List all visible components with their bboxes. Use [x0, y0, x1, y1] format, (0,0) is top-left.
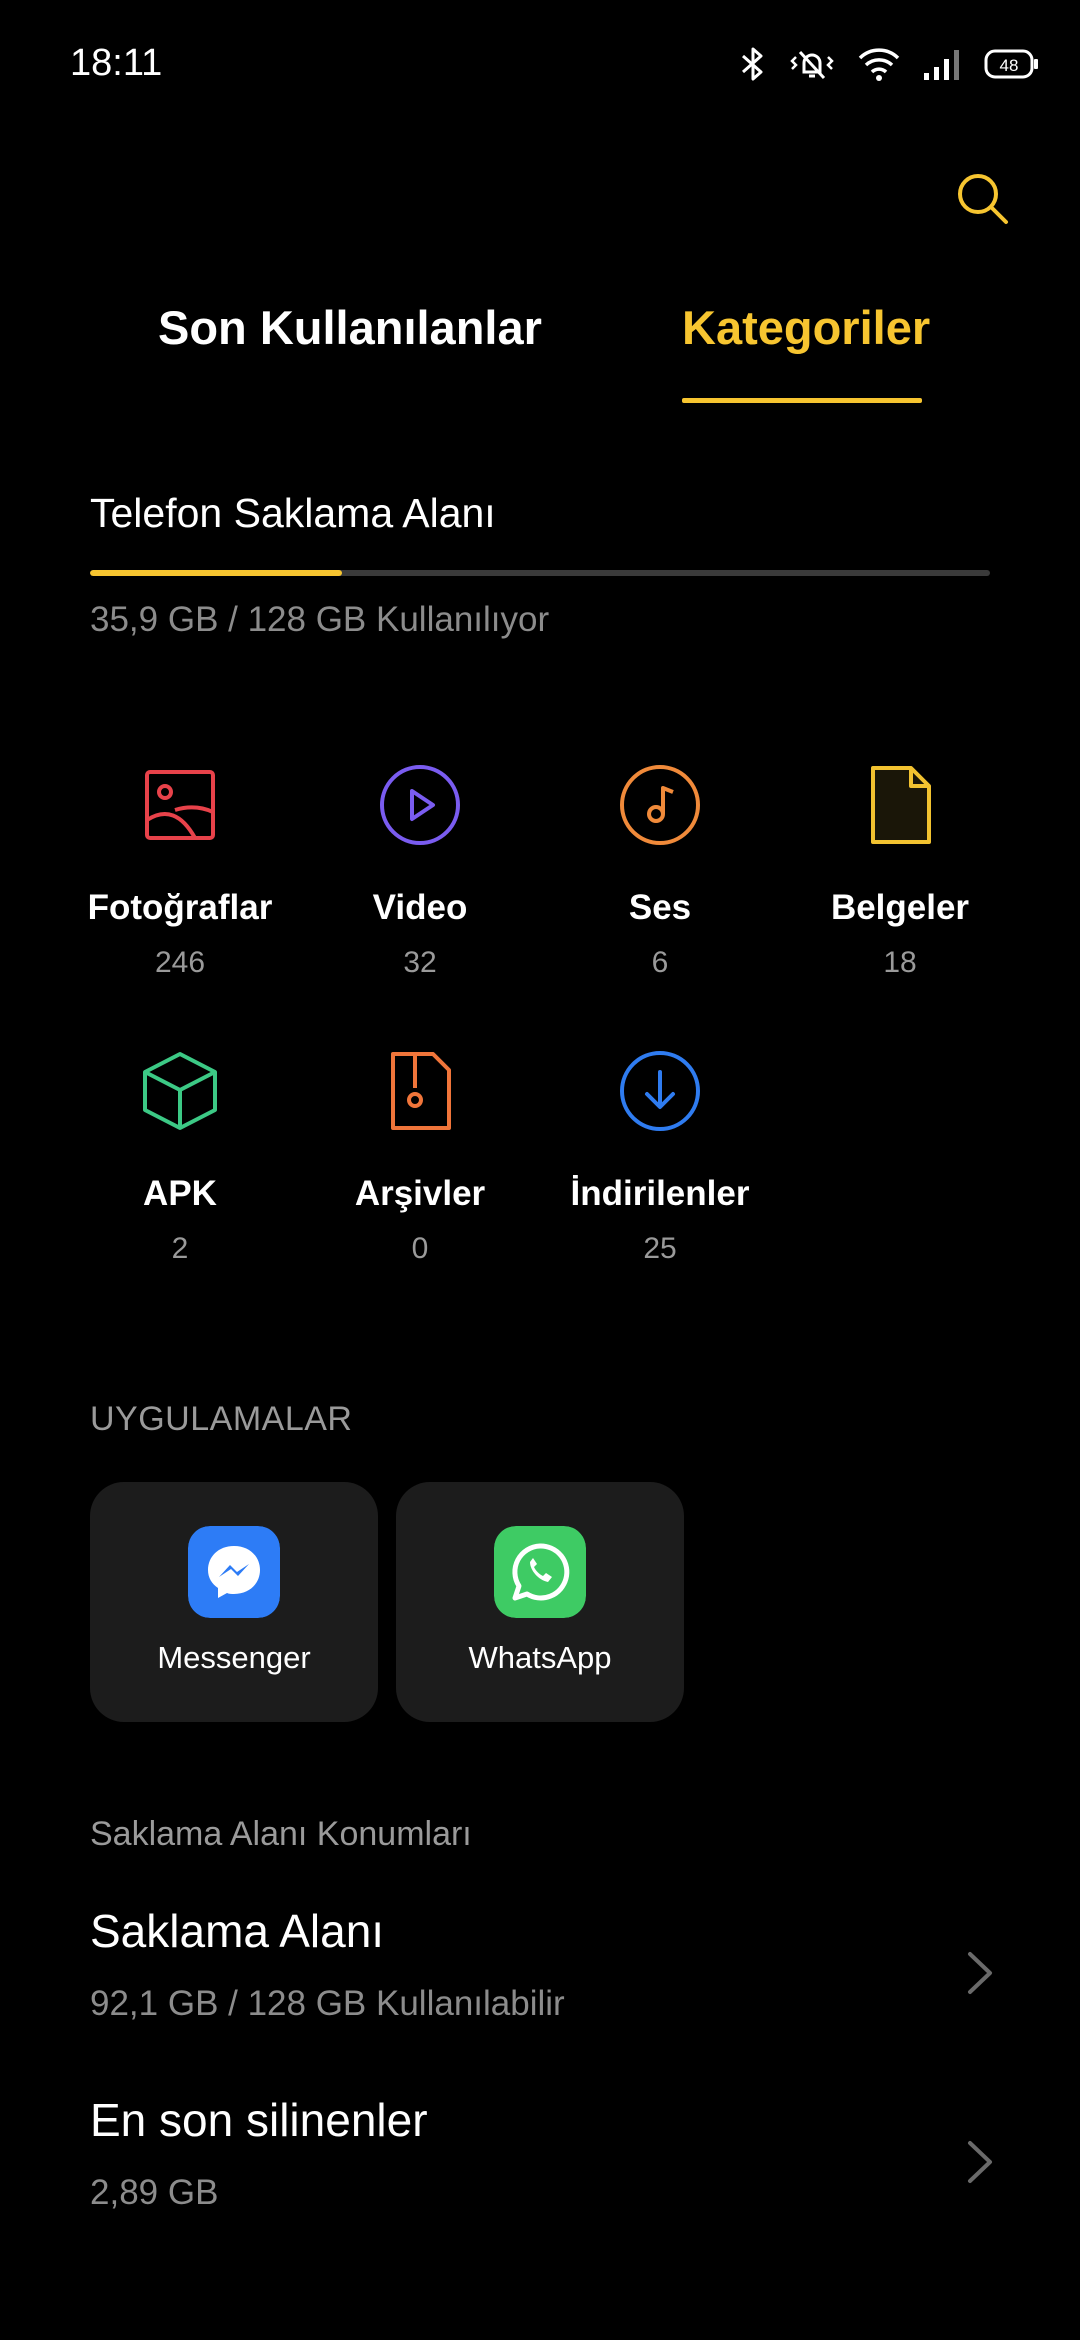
photos-icon: [145, 770, 215, 840]
category-count: 32: [403, 946, 437, 979]
tab-bar: Son Kullanılanlar Kategoriler: [0, 300, 1080, 410]
status-bar: 18:11 48: [0, 0, 1080, 130]
audio-note-icon: [620, 765, 700, 845]
category-count: 0: [411, 1232, 429, 1265]
storage-progress-bar: [90, 570, 990, 576]
category-label: Ses: [628, 888, 692, 927]
category-photos[interactable]: Fotoğraflar 246: [60, 760, 300, 980]
category-count: 2: [171, 1232, 189, 1265]
search-icon: [958, 174, 1008, 224]
tab-recent[interactable]: Son Kullanılanlar: [158, 300, 542, 355]
location-item-storage[interactable]: Saklama Alanı 92,1 GB / 128 GB Kullanıla…: [0, 1904, 1080, 2084]
app-label: Messenger: [157, 1640, 311, 1675]
active-tab-indicator: [682, 398, 922, 403]
category-count: 25: [643, 1232, 677, 1265]
whatsapp-icon: [494, 1526, 586, 1618]
storage-usage-text: 35,9 GB / 128 GB Kullanılıyor: [90, 600, 550, 639]
category-count: 18: [883, 946, 917, 979]
chevron-right-icon: [968, 1952, 992, 1994]
storage-title[interactable]: Telefon Saklama Alanı: [90, 490, 496, 537]
category-label: Video: [372, 888, 468, 927]
status-time: 18:11: [70, 42, 163, 84]
apk-cube-icon: [143, 1052, 217, 1130]
messenger-icon: [188, 1526, 280, 1618]
video-play-icon: [380, 765, 460, 845]
document-icon: [871, 766, 931, 844]
location-title: En son silinenler: [90, 2094, 428, 2146]
category-archives[interactable]: Arşivler 0: [300, 1046, 540, 1266]
locations-heading: Saklama Alanı Konumları: [90, 1815, 472, 1853]
category-label: Belgeler: [830, 888, 970, 927]
app-label: WhatsApp: [468, 1640, 612, 1675]
wifi-icon: [858, 48, 900, 81]
category-apk[interactable]: APK 2: [60, 1046, 300, 1266]
category-count: 6: [651, 946, 669, 979]
status-icons: 48: [740, 44, 1040, 84]
chevron-right-icon: [968, 2141, 992, 2183]
category-video[interactable]: Video 32: [300, 760, 540, 980]
tab-categories[interactable]: Kategoriler: [682, 300, 930, 355]
category-label: Fotoğraflar: [87, 888, 273, 927]
category-audio[interactable]: Ses 6: [540, 760, 780, 980]
apps-heading: UYGULAMALAR: [90, 1400, 353, 1438]
category-count: 246: [154, 946, 206, 979]
category-downloads[interactable]: İndirilenler 25: [540, 1046, 780, 1266]
location-item-recently-deleted[interactable]: En son silinenler 2,89 GB: [0, 2093, 1080, 2273]
battery-icon: 48: [984, 49, 1038, 79]
category-label: Arşivler: [354, 1174, 486, 1213]
archive-icon: [391, 1052, 451, 1130]
location-subtitle: 92,1 GB / 128 GB Kullanılabilir: [90, 1984, 565, 2023]
category-label: APK: [143, 1174, 217, 1213]
location-subtitle: 2,89 GB: [90, 2173, 219, 2212]
battery-level: 48: [1000, 56, 1019, 75]
search-button[interactable]: [954, 170, 1010, 226]
storage-progress-fill: [90, 570, 342, 576]
category-documents[interactable]: Belgeler 18: [780, 760, 1020, 980]
location-title: Saklama Alanı: [90, 1905, 385, 1957]
bluetooth-icon: [742, 47, 763, 81]
category-label: İndirilenler: [570, 1174, 750, 1213]
mute-vibrate-icon: [790, 50, 834, 80]
app-card-whatsapp[interactable]: WhatsApp: [396, 1482, 684, 1722]
download-icon: [620, 1051, 700, 1131]
app-card-messenger[interactable]: Messenger: [90, 1482, 378, 1722]
signal-icon: [924, 50, 959, 80]
